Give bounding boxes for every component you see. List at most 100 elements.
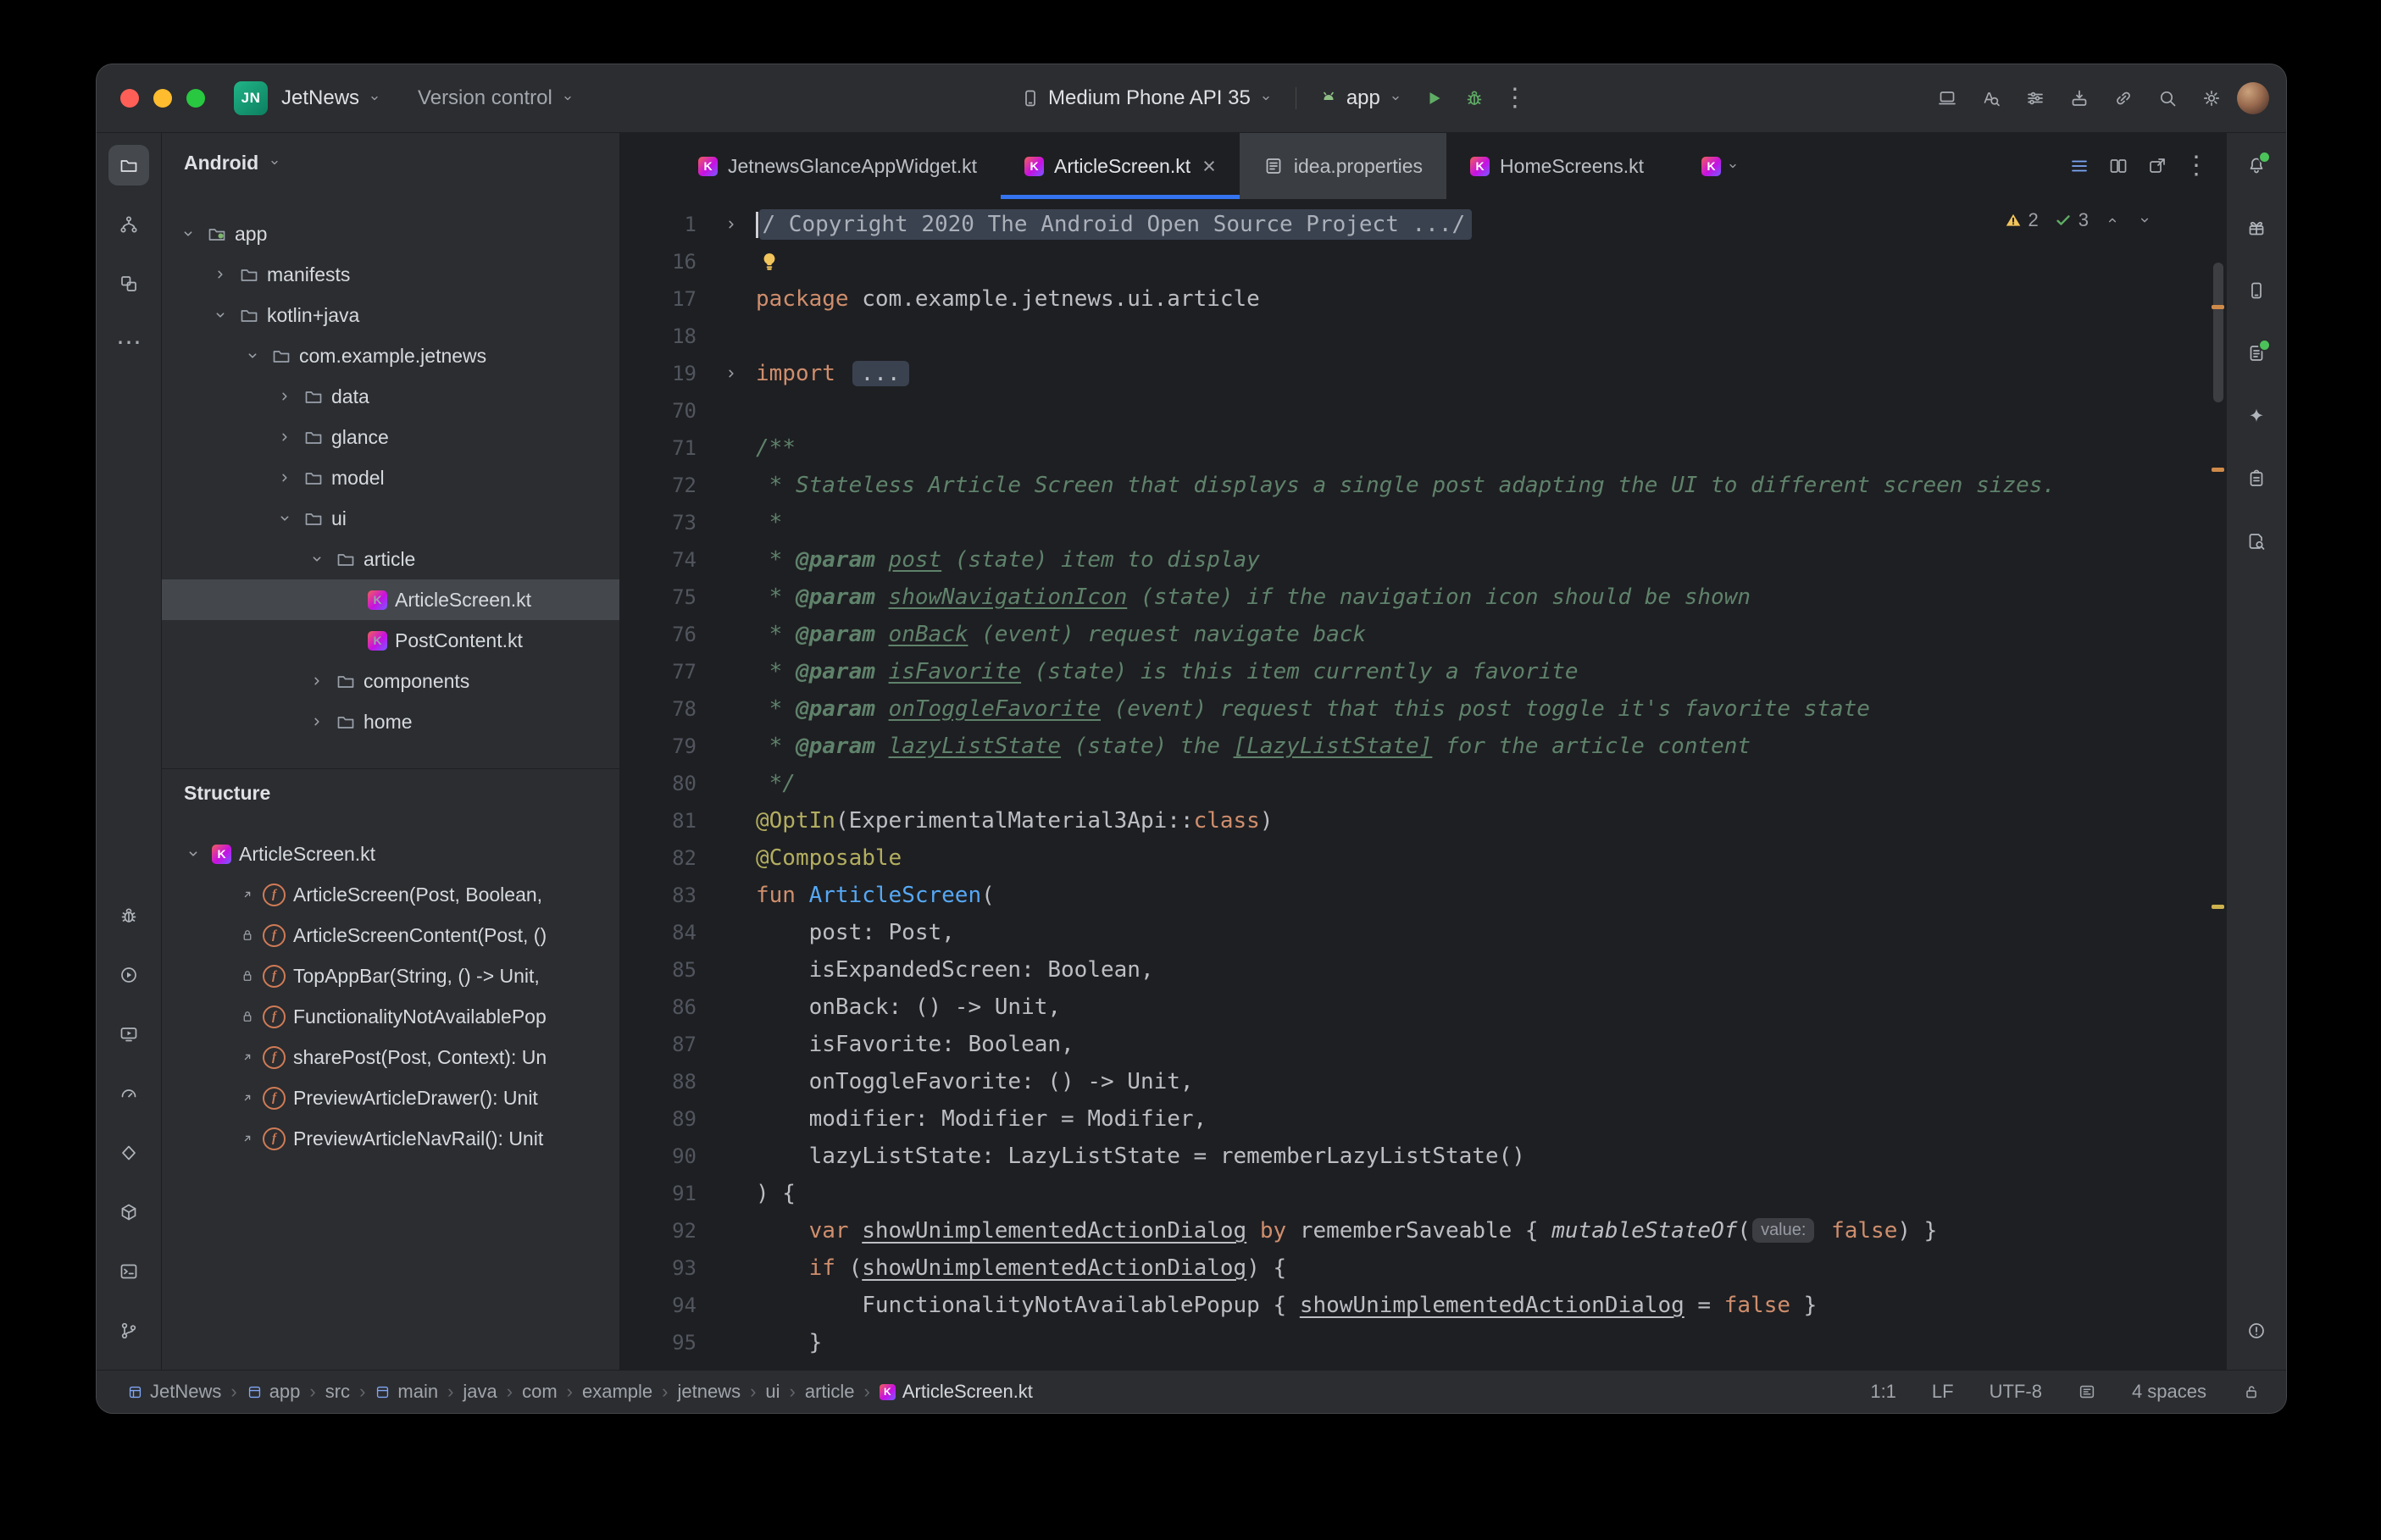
line-number[interactable]: 82 — [620, 846, 697, 870]
app-inspection-button[interactable] — [108, 1133, 149, 1173]
inspections-widget[interactable]: 2 3 — [2004, 209, 2154, 231]
line-number[interactable]: 91 — [620, 1182, 697, 1205]
code-line-16[interactable]: 16 — [620, 243, 2226, 280]
fold-marker-icon[interactable] — [697, 364, 746, 383]
structure-item-sharepost-post-context-un[interactable]: fsharePost(Post, Context): Un — [162, 1037, 619, 1077]
profiler-button[interactable] — [108, 1073, 149, 1114]
code-line-87[interactable]: 87 isFavorite: Boolean, — [620, 1026, 2226, 1063]
error-stripe-mark[interactable] — [2212, 468, 2224, 472]
chevron-right-icon[interactable] — [274, 385, 296, 407]
tab-jetnewsglanceappwidget-kt[interactable]: KJetnewsGlanceAppWidget.kt — [674, 133, 1001, 199]
code-line-18[interactable]: 18 — [620, 318, 2226, 355]
tree-item-data[interactable]: data — [162, 376, 619, 417]
fold-marker-icon[interactable] — [697, 215, 746, 234]
breadcrumb-java[interactable]: java — [463, 1381, 497, 1403]
chevron-down-icon[interactable] — [241, 345, 264, 367]
next-problem-button[interactable] — [2136, 212, 2153, 229]
line-number[interactable]: 71 — [620, 436, 697, 460]
code-editor[interactable]: 1/ Copyright 2020 The Android Open Sourc… — [620, 199, 2226, 1370]
settings-button[interactable] — [2193, 80, 2230, 117]
split-editor-button[interactable] — [2101, 148, 2136, 184]
app-quality-insights-button[interactable] — [108, 895, 149, 936]
line-number[interactable]: 88 — [620, 1070, 697, 1094]
chevron-down-icon[interactable] — [274, 507, 296, 529]
line-number[interactable]: 72 — [620, 474, 697, 497]
tab-idea-properties[interactable]: idea.properties — [1240, 133, 1446, 199]
chevron-right-icon[interactable] — [306, 670, 328, 692]
line-number[interactable]: 74 — [620, 548, 697, 572]
code-line-82[interactable]: 82@Composable — [620, 839, 2226, 877]
line-number[interactable]: 1 — [620, 213, 697, 236]
file-structure-button[interactable] — [2062, 148, 2097, 184]
tab-homescreens-kt[interactable]: KHomeScreens.kt — [1446, 133, 1668, 199]
minimize-window-button[interactable] — [153, 89, 172, 108]
zoom-window-button[interactable] — [186, 89, 205, 108]
code-line-90[interactable]: 90 lazyListState: LazyListState = rememb… — [620, 1138, 2226, 1175]
line-number[interactable]: 93 — [620, 1256, 697, 1280]
code-line-1[interactable]: 1/ Copyright 2020 The Android Open Sourc… — [620, 206, 2226, 243]
close-tab-icon[interactable]: × — [1202, 155, 1216, 178]
device-mirroring-button[interactable] — [1929, 80, 1966, 117]
notifications-button[interactable] — [2236, 145, 2277, 186]
build-button[interactable] — [108, 1192, 149, 1233]
line-number[interactable]: 87 — [620, 1033, 697, 1056]
tree-item-app[interactable]: app — [162, 213, 619, 254]
readonly-toggle[interactable] — [2242, 1382, 2261, 1401]
code-line-95[interactable]: 95 } — [620, 1324, 2226, 1361]
line-number[interactable]: 83 — [620, 884, 697, 907]
breadcrumb-article[interactable]: article — [805, 1381, 855, 1403]
device-selector[interactable]: Medium Phone API 35 — [1012, 81, 1282, 115]
line-number[interactable]: 76 — [620, 623, 697, 646]
code-line-85[interactable]: 85 isExpandedScreen: Boolean, — [620, 951, 2226, 989]
line-number[interactable]: 77 — [620, 660, 697, 684]
breadcrumb-example[interactable]: example — [582, 1381, 652, 1403]
line-number[interactable]: 84 — [620, 921, 697, 944]
editor-options-button[interactable]: ⋮ — [2178, 148, 2214, 184]
structure-item-previewarticledrawer-unit[interactable]: fPreviewArticleDrawer(): Unit — [162, 1077, 619, 1118]
chevron-down-icon[interactable] — [209, 304, 231, 326]
code-line-73[interactable]: 73 * — [620, 504, 2226, 541]
version-control-menu[interactable]: Version control — [409, 81, 584, 115]
intention-bulb-icon[interactable] — [758, 250, 781, 274]
version-control-button[interactable] — [108, 1310, 149, 1351]
warnings-counter[interactable]: 2 — [2004, 209, 2039, 231]
line-number[interactable]: 19 — [620, 362, 697, 385]
line-number[interactable]: 70 — [620, 399, 697, 423]
code-line-79[interactable]: 79 * @param lazyListState (state) the [L… — [620, 728, 2226, 765]
line-number[interactable]: 90 — [620, 1144, 697, 1168]
breadcrumb-app[interactable]: app — [247, 1381, 301, 1403]
tree-item-postcontent-kt[interactable]: KPostContent.kt — [162, 620, 619, 661]
tree-item-manifests[interactable]: manifests — [162, 254, 619, 295]
resource-manager-button[interactable] — [108, 263, 149, 304]
code-analysis-button[interactable] — [1973, 80, 2010, 117]
project-menu[interactable]: JetNews — [273, 81, 391, 115]
run-button[interactable] — [1415, 80, 1452, 117]
code-line-71[interactable]: 71/** — [620, 429, 2226, 467]
chevron-right-icon[interactable] — [209, 263, 231, 285]
file-encoding[interactable]: UTF-8 — [1990, 1381, 2042, 1403]
code-line-17[interactable]: 17package com.example.jetnews.ui.article — [620, 280, 2226, 318]
breadcrumb-src[interactable]: src — [325, 1381, 350, 1403]
dependencies-button[interactable] — [2236, 333, 2277, 374]
chevron-right-icon[interactable] — [274, 467, 296, 489]
gradle-sync-button[interactable] — [2105, 80, 2142, 117]
code-line-84[interactable]: 84 post: Post, — [620, 914, 2226, 951]
search-everywhere-button[interactable] — [2149, 80, 2186, 117]
chevron-down-icon[interactable] — [306, 548, 328, 570]
line-number[interactable]: 73 — [620, 511, 697, 535]
device-manager-button[interactable] — [2236, 270, 2277, 311]
line-number[interactable]: 81 — [620, 809, 697, 833]
code-line-70[interactable]: 70 — [620, 392, 2226, 429]
whats-new-button[interactable] — [2236, 208, 2277, 248]
line-number[interactable]: 92 — [620, 1219, 697, 1243]
breadcrumb-main[interactable]: main — [375, 1381, 438, 1403]
assistant-button[interactable] — [2236, 458, 2277, 499]
line-number[interactable]: 78 — [620, 697, 697, 721]
breadcrumb-ui[interactable]: ui — [765, 1381, 780, 1403]
indent-widget[interactable] — [2078, 1382, 2096, 1401]
structure-item-topappbar-string-unit[interactable]: fTopAppBar(String, () -> Unit, — [162, 956, 619, 996]
line-number[interactable]: 75 — [620, 585, 697, 609]
tree-item-com-example-jetnews[interactable]: com.example.jetnews — [162, 335, 619, 376]
code-line-88[interactable]: 88 onToggleFavorite: () -> Unit, — [620, 1063, 2226, 1100]
indent-size[interactable]: 4 spaces — [2132, 1381, 2206, 1403]
